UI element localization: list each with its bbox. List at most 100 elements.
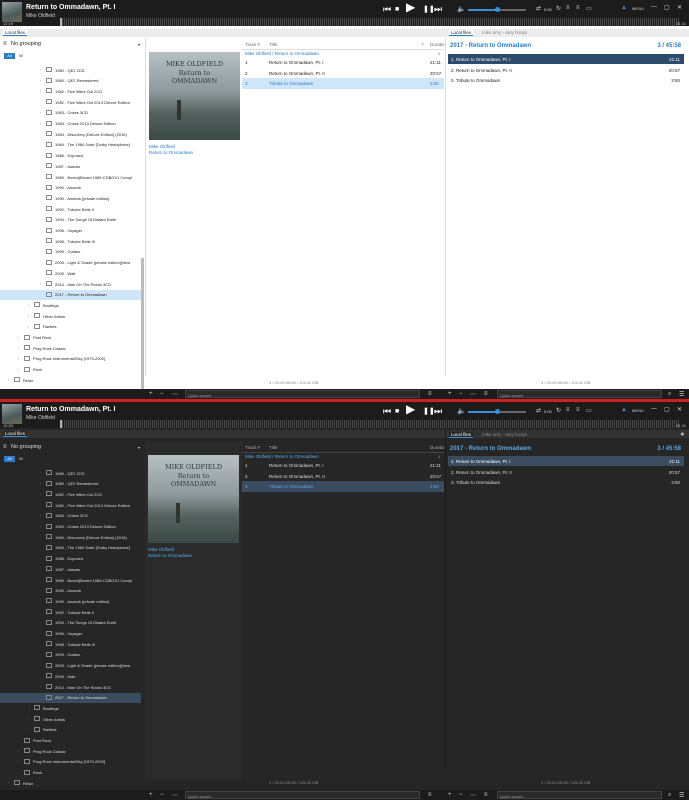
- expand-chevron-icon[interactable]: ›: [18, 739, 19, 743]
- tree-row[interactable]: › Post Rock: [0, 333, 141, 344]
- add-icon[interactable]: +: [149, 792, 153, 798]
- album-title-link[interactable]: Return to Ommadawn: [149, 150, 193, 155]
- hamburger-icon[interactable]: ☰: [679, 792, 684, 799]
- tree-row[interactable]: › Prog Rock Classic: [0, 343, 141, 354]
- next-icon[interactable]: ⏭: [434, 4, 442, 14]
- playlist-quick-search[interactable]: Quick search: [497, 791, 662, 799]
- track-row[interactable]: 2 Return to Ommadawn, Pt. II 20:57: [242, 471, 444, 482]
- filter-w-tab[interactable]: W: [19, 456, 23, 462]
- expand-chevron-icon[interactable]: ›: [40, 492, 41, 496]
- tree-row[interactable]: 1984 - Discovery [Deluxe Edition] (2016): [0, 532, 141, 543]
- tree-row[interactable]: 1990 - Amarok: [0, 586, 141, 597]
- minimize-icon[interactable]: —: [651, 4, 657, 10]
- tree-row[interactable]: 2017 - Return to Ommadawn: [0, 289, 141, 301]
- tree-row[interactable]: 1982 - Five Miles Out 2013 Deluxe Editio…: [0, 500, 141, 511]
- col-track-number[interactable]: Track #: [245, 42, 260, 47]
- track-quick-search[interactable]: Quick search: [185, 390, 420, 398]
- tree-row[interactable]: › 1983 - Crises 3CD: [0, 511, 141, 522]
- repeat-icon[interactable]: ↻: [556, 407, 561, 414]
- now-playing-cover[interactable]: [2, 2, 22, 22]
- equalizer-icon[interactable]: ≡: [576, 5, 580, 11]
- expand-chevron-icon[interactable]: ›: [8, 378, 9, 382]
- tab-playlist-local-files[interactable]: Local files: [449, 30, 474, 36]
- tree-row[interactable]: › Prog Rock Instrumental\Sky [1979-2002]: [0, 757, 141, 768]
- volume-slider[interactable]: [468, 7, 526, 12]
- tree-row[interactable]: 1999 - Guitars: [0, 650, 141, 661]
- col-flag[interactable]: ?: [421, 42, 424, 47]
- menu-icon[interactable]: ≡: [3, 444, 7, 450]
- volume-knob[interactable]: [494, 7, 500, 12]
- lyrics-icon[interactable]: ≡: [566, 5, 570, 11]
- star-icon[interactable]: ★: [680, 431, 685, 438]
- tree-row[interactable]: › 1982 - Five Miles Out 2CD: [0, 489, 141, 500]
- pl-list-icon[interactable]: ≡: [484, 792, 488, 798]
- now-playing-cover[interactable]: [2, 404, 22, 424]
- tree-row[interactable]: 1990 - Amarok [private edition]: [0, 596, 141, 607]
- waveform-seekbar[interactable]: [60, 18, 680, 26]
- tree-row[interactable]: 2005 - Light & Shade [private edition](N…: [0, 258, 141, 269]
- col-track-number[interactable]: Track #: [245, 445, 260, 450]
- pl-add-icon[interactable]: +: [448, 792, 452, 798]
- col-duration[interactable]: Duratio: [430, 42, 445, 47]
- tree-row[interactable]: 1982 - Five Miles Out 2013 Deluxe Editio…: [0, 97, 141, 108]
- tree-row[interactable]: 1986 - Exposed: [0, 151, 141, 162]
- tree-row[interactable]: 1989 - Boxed(Boxed 1989-CDBOX1 Compl: [0, 172, 141, 183]
- remove-icon[interactable]: −: [160, 792, 164, 798]
- tree-row[interactable]: 1996 - Voyager: [0, 629, 141, 640]
- album-artist-link[interactable]: Mike Oldfield: [149, 144, 175, 149]
- expand-chevron-icon[interactable]: ›: [40, 471, 41, 475]
- equalizer-icon[interactable]: ≡: [576, 407, 580, 413]
- volume-icon[interactable]: 🔈: [457, 407, 466, 415]
- expand-chevron-icon[interactable]: ›: [40, 68, 41, 72]
- tree-row[interactable]: › 1982 - Five Miles Out 2CD: [0, 86, 141, 97]
- filter-w-tab[interactable]: W: [19, 53, 23, 59]
- playlist-row[interactable]: 2. Return to Ommadawn, Pt. II 20:57: [448, 65, 684, 75]
- tree-row[interactable]: › Rarities: [0, 725, 141, 736]
- tree-row[interactable]: 1992 - Tubular Bells II: [0, 607, 141, 618]
- play-icon[interactable]: ▶: [406, 1, 415, 13]
- expand-chevron-icon[interactable]: ›: [28, 728, 29, 732]
- expand-chevron-icon[interactable]: ›: [18, 749, 19, 753]
- hamburger-icon[interactable]: ☰: [679, 391, 684, 398]
- stop-icon[interactable]: ■: [395, 407, 399, 417]
- tab-playlist-search[interactable]: mike amy - amy hoops: [480, 30, 529, 35]
- album-cover[interactable]: MIKE OLDFIELD Return to OMMADAWN: [148, 455, 239, 543]
- tree-row[interactable]: 1990 - Amarok [private edition]: [0, 193, 141, 204]
- cast-icon[interactable]: ▭: [586, 407, 592, 414]
- tree-row[interactable]: › 1980 - QE2 Remastered: [0, 76, 141, 87]
- expand-chevron-icon[interactable]: ›: [28, 303, 29, 307]
- cast-icon[interactable]: ▭: [586, 5, 592, 12]
- minimize-icon[interactable]: —: [651, 406, 657, 412]
- pl-remove-icon[interactable]: −: [459, 792, 463, 798]
- tree-row[interactable]: 1998 - Tubular Bells III: [0, 236, 141, 247]
- album-artist-link[interactable]: Mike Oldfield: [148, 547, 174, 552]
- expand-chevron-icon[interactable]: ›: [18, 771, 19, 775]
- list-view-icon[interactable]: ≡: [428, 391, 432, 397]
- tree-row[interactable]: › Relax: [0, 375, 141, 386]
- tree-row[interactable]: › 1983 - Crises 3CD: [0, 108, 141, 119]
- expand-chevron-icon[interactable]: ›: [40, 525, 41, 529]
- col-title[interactable]: Title: [269, 42, 277, 47]
- tree-row[interactable]: 1992 - Tubular Bells II: [0, 204, 141, 215]
- tree-row[interactable]: › Prog Rock Classic: [0, 746, 141, 757]
- tree-row[interactable]: › Post Rock: [0, 736, 141, 747]
- track-row[interactable]: 1 Return to Ommadawn, Pt. I 21:11: [242, 460, 444, 471]
- tree-row[interactable]: › Other Artists: [0, 311, 141, 322]
- pause-icon[interactable]: ❚❚: [423, 407, 435, 417]
- tree-row[interactable]: › Relax: [0, 778, 141, 789]
- tree-row[interactable]: 1984 - The 1984 Suite [Dolby Headphone]: [0, 140, 141, 151]
- expand-chevron-icon[interactable]: ›: [18, 346, 19, 350]
- tab-playlist-search[interactable]: mike amy - amy hoops: [480, 432, 529, 437]
- pl-add-icon[interactable]: +: [448, 391, 452, 397]
- expand-chevron-icon[interactable]: ›: [40, 482, 41, 486]
- col-duration[interactable]: Duratio: [430, 445, 445, 450]
- next-icon[interactable]: ⏭: [434, 406, 442, 416]
- expand-chevron-icon[interactable]: ›: [18, 357, 19, 361]
- grouping-select[interactable]: No grouping: [11, 41, 41, 47]
- volume-knob[interactable]: [494, 409, 500, 414]
- shuffle-icon[interactable]: ⇄: [536, 5, 541, 12]
- tab-playlist-local-files[interactable]: Local files: [449, 432, 474, 438]
- playlist-row[interactable]: 3. Tribute to Ommadawn 3:50: [448, 477, 684, 487]
- lyrics-icon[interactable]: ≡: [566, 407, 570, 413]
- tree-row[interactable]: 1994 - The Songs Of Distant Earth: [0, 618, 141, 629]
